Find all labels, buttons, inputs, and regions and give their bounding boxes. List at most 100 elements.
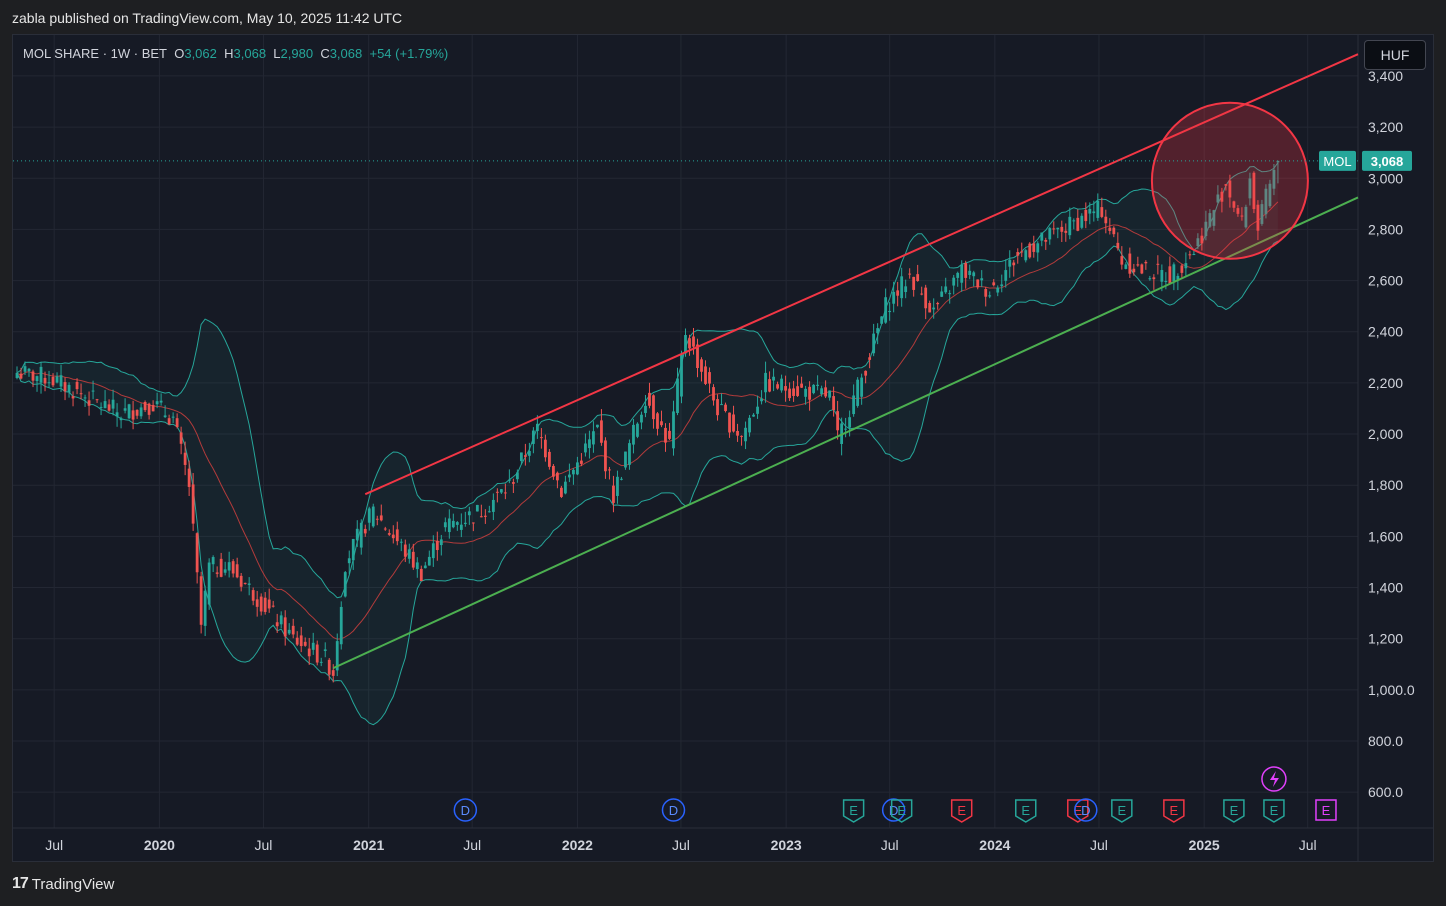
candle-body [139, 407, 143, 417]
y-tick-label: 2,400 [1368, 324, 1403, 340]
candle-body [1108, 227, 1112, 231]
candle-body [784, 386, 787, 391]
tradingview-brand[interactable]: 17 TradingView [12, 875, 114, 893]
candle-body [435, 540, 439, 551]
candle-body [203, 590, 207, 626]
price-chart[interactable]: D D E DE E E ED E E E E E MOL 3,068600.0800.01,000.0… [0, 0, 1446, 906]
candle-body [135, 409, 139, 416]
legend-open: 3,062 [184, 46, 217, 61]
candle-body [732, 414, 735, 432]
candle-body [1004, 270, 1008, 281]
candle-body [816, 384, 819, 386]
candle-body [251, 590, 255, 601]
candle-body [572, 469, 575, 475]
candle-body [1148, 278, 1152, 280]
candle-body [672, 411, 675, 449]
candle-body [752, 414, 755, 417]
candle-body [55, 376, 59, 383]
candle-body [716, 399, 719, 416]
candle-body [612, 485, 615, 503]
candle-body [608, 469, 611, 471]
earnings-marker-label: E [897, 803, 906, 818]
candle-body [427, 556, 431, 566]
candle-body [267, 599, 271, 609]
candle-body [307, 648, 311, 657]
candle-body [1036, 243, 1040, 253]
candle-body [1172, 264, 1176, 282]
candle-body [1080, 215, 1084, 228]
candle-body [928, 302, 932, 313]
candle-body [59, 375, 63, 387]
x-tick-label: 2025 [1189, 837, 1220, 853]
candle-body [379, 515, 383, 521]
candle-body [43, 377, 47, 384]
band-fill [17, 162, 1278, 725]
x-tick-label: Jul [1299, 837, 1317, 853]
candle-body [656, 413, 659, 429]
candle-body [115, 412, 119, 417]
candle-body [355, 528, 359, 541]
y-tick-label: 3,400 [1368, 68, 1403, 84]
candle-body [47, 382, 51, 384]
candle-body [980, 278, 984, 281]
candle-body [339, 606, 343, 645]
candle-body [527, 450, 531, 456]
candle-body [375, 518, 379, 520]
y-tick-label: 3,000 [1368, 170, 1403, 186]
candle-body [1132, 268, 1136, 273]
y-tick-label: 1,600 [1368, 528, 1403, 544]
candle-body [27, 368, 31, 372]
candle-body [1020, 251, 1024, 253]
candle-body [1104, 216, 1108, 224]
candle-body [223, 569, 227, 573]
candle-body [71, 396, 75, 399]
earnings-marker-label: E [1021, 803, 1030, 818]
candle-body [331, 670, 335, 676]
candle-body [996, 287, 1000, 293]
candle-body [856, 379, 860, 406]
currency-button[interactable]: HUF [1364, 40, 1426, 70]
candle-body [580, 460, 583, 464]
candle-body [740, 435, 743, 437]
candle-body [343, 572, 347, 597]
candle-body [311, 642, 315, 650]
candle-body [1160, 270, 1164, 282]
brand-name: TradingView [31, 875, 115, 893]
candle-body [648, 392, 651, 406]
candle-body [431, 543, 435, 559]
candle-body [736, 431, 739, 436]
candle-body [279, 615, 283, 625]
candle-body [944, 286, 948, 293]
candle-body [151, 405, 155, 412]
candle-body [1100, 207, 1104, 217]
candle-body [1112, 227, 1116, 235]
candle-body [780, 378, 783, 391]
candle-body [127, 404, 131, 419]
legend-c-label: C [320, 46, 330, 61]
candle-body [19, 373, 23, 379]
candle-body [692, 336, 695, 347]
candle-body [848, 417, 852, 428]
candle-body [664, 427, 667, 443]
candle-body [708, 372, 711, 384]
candle-body [660, 421, 663, 426]
candle-body [1116, 242, 1120, 249]
candle-body [1016, 252, 1020, 256]
candle-body [95, 399, 99, 401]
candle-body [960, 264, 964, 283]
candle-body [764, 372, 767, 393]
candle-body [904, 286, 908, 293]
candle-body [387, 533, 391, 535]
candle-body [63, 382, 67, 392]
candle-body [1000, 284, 1004, 287]
candle-body [1144, 261, 1148, 264]
candle-body [291, 625, 295, 635]
candle-body [39, 366, 43, 383]
candle-body [519, 452, 523, 462]
candle-body [459, 524, 463, 530]
candle-body [560, 487, 563, 497]
candle-body [351, 538, 355, 561]
candle-body [976, 279, 980, 288]
candle-body [684, 335, 687, 354]
candle-body [323, 649, 327, 651]
